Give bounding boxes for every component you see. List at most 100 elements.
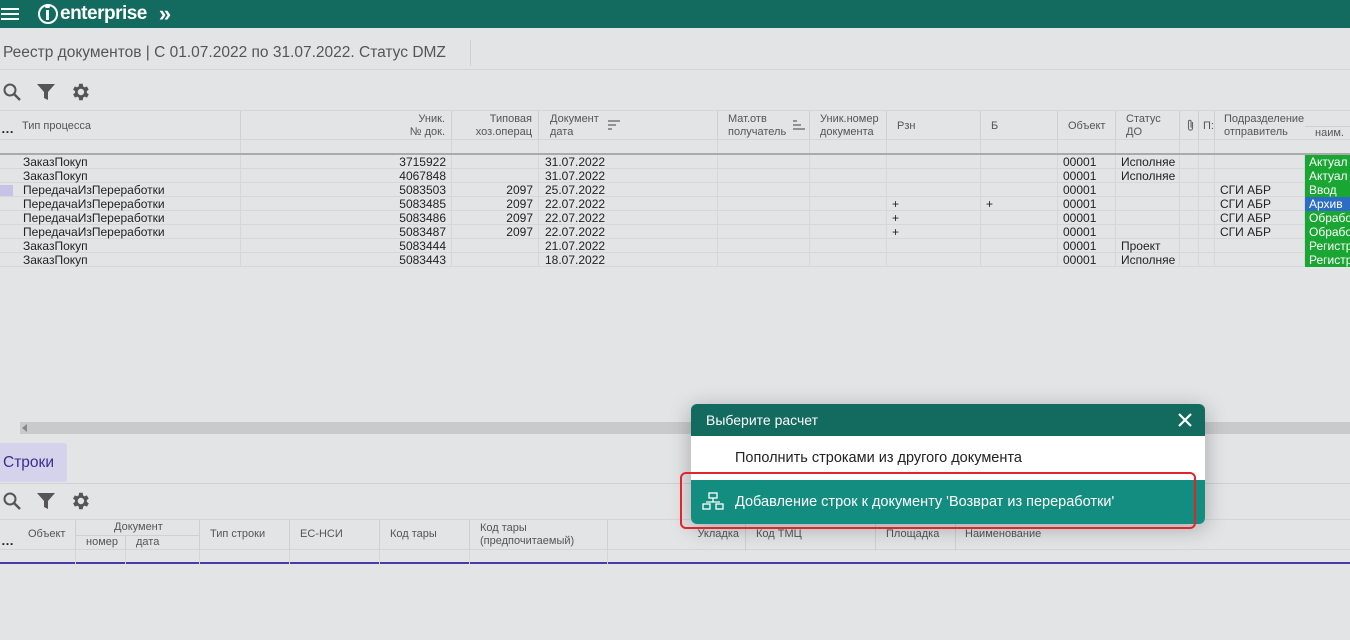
app-logo[interactable]: enterprise <box>38 3 147 25</box>
cell-dep <box>1215 169 1305 183</box>
cell-b <box>981 155 1058 169</box>
cell-obj: 00001 <box>1058 239 1116 253</box>
gear-icon[interactable] <box>68 80 92 104</box>
table-row[interactable]: ПередачаИзПереработки 5083486 2097 22.07.20… <box>0 211 1350 225</box>
cell-rzn <box>887 183 981 197</box>
col-header-es-nsi[interactable]: ЕС-НСИ <box>290 520 380 551</box>
cell-num: 4067848 <box>241 169 452 183</box>
col-label: Объект <box>1068 120 1106 132</box>
cell-p <box>1199 155 1215 169</box>
col-header-attach[interactable] <box>1180 111 1199 141</box>
logo-text: enterprise <box>60 3 147 24</box>
col-header-num[interactable]: Уник. № док. <box>241 111 452 141</box>
cell-date: 22.07.2022 <box>539 211 718 225</box>
col-label: № док. <box>409 126 445 138</box>
col-header-line-type[interactable]: Тип строки <box>200 520 290 551</box>
cell-b <box>981 211 1058 225</box>
cell-num: 3715922 <box>241 155 452 169</box>
cell-b <box>981 225 1058 239</box>
lines-grid-filter-row[interactable] <box>0 550 1350 564</box>
main-toolbar <box>0 80 102 104</box>
col-header-doc-number[interactable]: номер <box>76 536 126 551</box>
cell-unum <box>810 239 887 253</box>
cell-b <box>981 169 1058 183</box>
cell-att <box>1180 253 1199 267</box>
col-label: Тип строки <box>210 528 266 540</box>
cell-p <box>1199 197 1215 211</box>
col-label: Типовая <box>489 113 532 125</box>
col-label: ДО <box>1126 126 1143 138</box>
col-header-object[interactable]: Объект <box>1058 111 1116 141</box>
cell-unum <box>810 197 887 211</box>
col-label: документа <box>820 126 874 138</box>
col-header-process[interactable]: Тип процесса <box>16 111 241 141</box>
col-header-p[interactable]: П: <box>1199 111 1215 141</box>
cell-proc: ЗаказПокуп <box>16 239 241 253</box>
col-header-tara-pref[interactable]: Код тары (предпочитаемый) <box>470 520 608 551</box>
col-header-date[interactable]: Документ дата <box>539 111 718 141</box>
cell-b <box>981 253 1058 267</box>
col-header-name[interactable]: наим. <box>1305 126 1350 141</box>
sort-icon[interactable] <box>607 119 621 131</box>
highlight-frame <box>680 472 1196 529</box>
cell-proc: ЗаказПокуп <box>16 155 241 169</box>
menu-icon[interactable] <box>0 0 22 28</box>
row-menu-dots[interactable]: … <box>1 121 14 136</box>
col-header-document[interactable]: Документ <box>76 520 200 536</box>
col-header-department[interactable]: Подразделение отправитель <box>1215 111 1307 141</box>
cell-dep <box>1215 155 1305 169</box>
filter-icon[interactable] <box>34 489 58 513</box>
col-label: Укладка <box>697 528 739 540</box>
row-menu-dots[interactable]: … <box>1 533 14 548</box>
table-row[interactable]: ЗаказПокуп 3715922 31.07.2022 00001 Исполняе… <box>0 155 1350 169</box>
close-icon[interactable] <box>1175 410 1195 430</box>
sort-icon[interactable] <box>792 119 806 131</box>
search-icon[interactable] <box>0 489 24 513</box>
grid-filter-row[interactable] <box>0 140 1350 155</box>
search-icon[interactable] <box>0 80 24 104</box>
cell-status: Обрабо <box>1305 225 1350 239</box>
expand-chevron-icon[interactable]: » <box>159 3 171 25</box>
cell-status: Регистр <box>1305 239 1350 253</box>
cell-unum <box>810 183 887 197</box>
cell-num: 5083443 <box>241 253 452 267</box>
col-header-b[interactable]: Б <box>981 111 1058 141</box>
col-label: дата <box>136 536 160 548</box>
tab-lines[interactable]: Строки <box>0 443 67 482</box>
gear-icon[interactable] <box>68 489 92 513</box>
col-header-rzn[interactable]: Рзн <box>887 111 981 141</box>
cell-st: Исполняе <box>1116 169 1180 183</box>
documents-grid: … Тип процесса Уник. № док. Типовая хоз.оп… <box>0 110 1350 267</box>
col-header-doc-date[interactable]: дата <box>126 536 200 551</box>
cell-p <box>1199 253 1215 267</box>
cell-date: 18.07.2022 <box>539 253 718 267</box>
cell-mat <box>718 197 810 211</box>
col-label: Рзн <box>897 120 916 132</box>
col-header-unique-num[interactable]: Уник.номер документа <box>810 111 887 141</box>
col-label: Код тары <box>480 522 527 534</box>
cell-st <box>1116 197 1180 211</box>
cell-rzn <box>887 239 981 253</box>
cell-b: + <box>981 197 1058 211</box>
col-header-object[interactable]: Объект <box>16 520 76 551</box>
table-row[interactable]: ЗаказПокуп 5083444 21.07.2022 00001 Проект Ре… <box>0 239 1350 253</box>
col-header-operation[interactable]: Типовая хоз.операц <box>452 111 539 141</box>
table-row[interactable]: ПередачаИзПереработки 5083487 2097 22.07.20… <box>0 225 1350 239</box>
table-row[interactable]: ПередачаИзПереработки 5083485 2097 22.07.20… <box>0 197 1350 211</box>
dialog-title: Выберите расчет <box>706 412 819 428</box>
table-row[interactable]: ПередачаИзПереработки 5083503 2097 25.07.20… <box>0 183 1350 197</box>
cell-mat <box>718 211 810 225</box>
col-header-receiver[interactable]: Мат.отв получатель <box>718 111 810 141</box>
cell-mat <box>718 225 810 239</box>
cell-unum <box>810 155 887 169</box>
scroll-left-arrow-icon[interactable] <box>22 424 27 432</box>
col-header-status-do[interactable]: Статус ДО <box>1116 111 1180 141</box>
table-row[interactable]: ЗаказПокуп 5083443 18.07.2022 00001 Исполняе… <box>0 253 1350 267</box>
cell-p <box>1199 169 1215 183</box>
lines-toolbar <box>0 489 102 513</box>
cell-unum <box>810 253 887 267</box>
col-header-tara[interactable]: Код тары <box>380 520 470 551</box>
app-header: enterprise » <box>0 0 1350 28</box>
table-row[interactable]: ЗаказПокуп 4067848 31.07.2022 00001 Исполняе… <box>0 169 1350 183</box>
filter-icon[interactable] <box>34 80 58 104</box>
